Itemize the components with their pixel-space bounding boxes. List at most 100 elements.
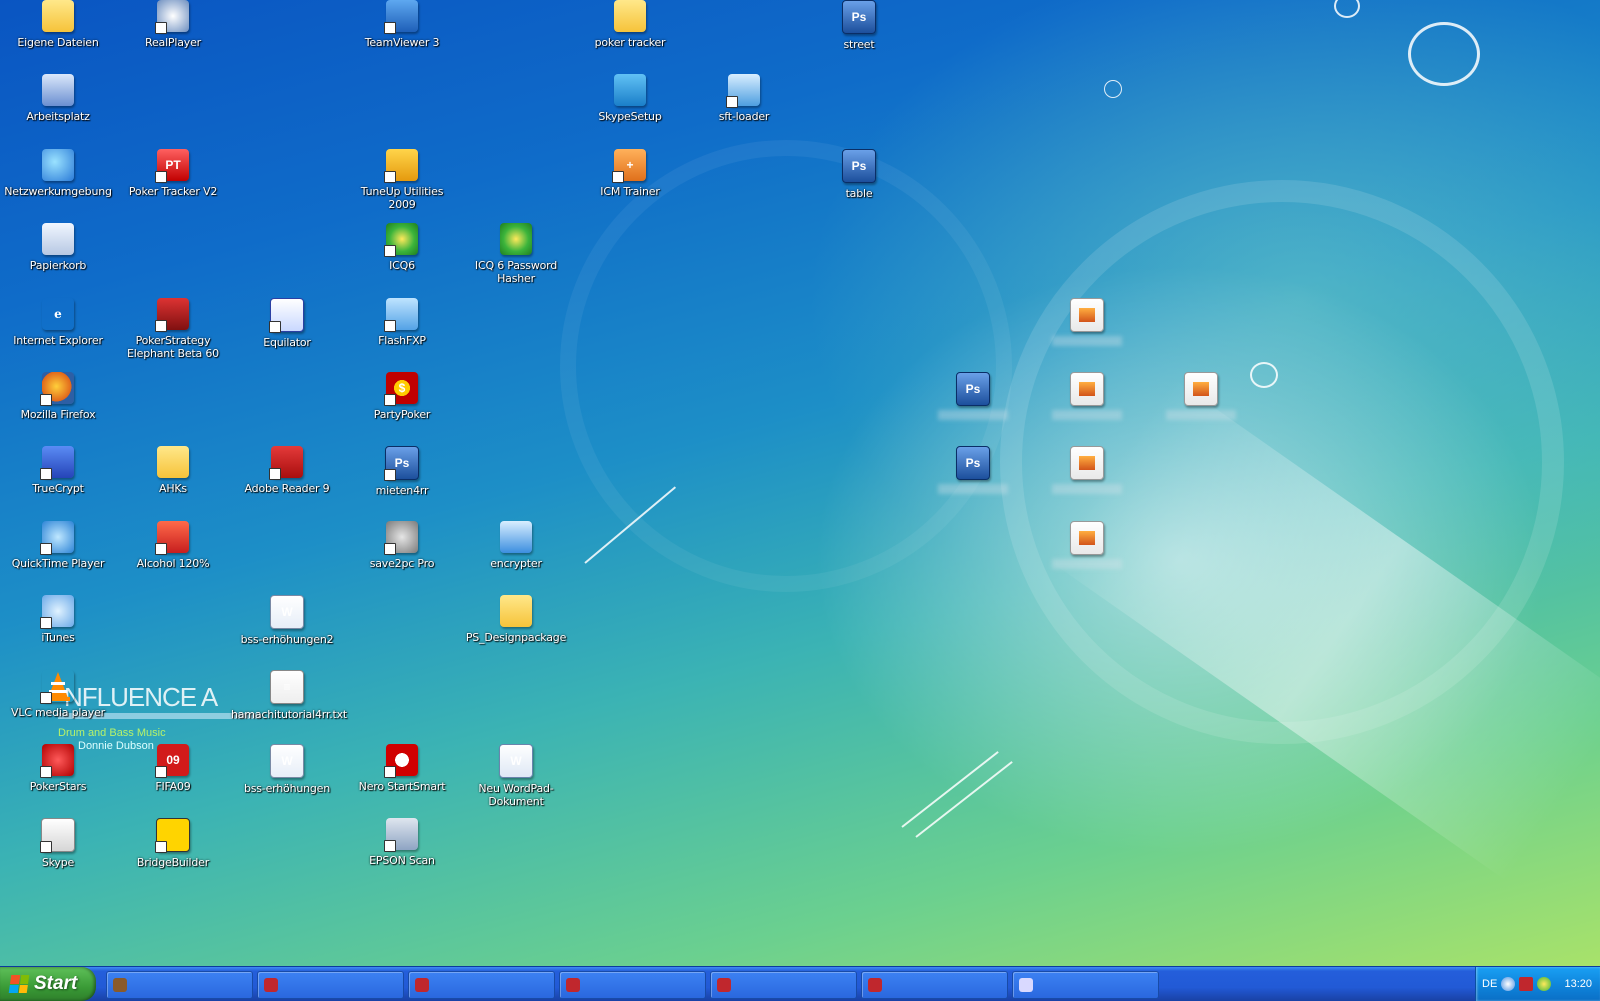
teamviewer-icon	[384, 0, 418, 34]
desktop-icon[interactable]: Nero StartSmart	[346, 744, 458, 793]
desktop-icon-label: EPSON Scan	[369, 854, 435, 867]
desktop-icon[interactable]	[1145, 372, 1257, 420]
desktop-icon[interactable]: FlashFXP	[346, 298, 458, 347]
desktop-icon[interactable]: PT Poker Tracker V2	[117, 149, 229, 198]
bridgebuilder-icon	[155, 818, 190, 853]
desktop-icon[interactable]: Arbeitsplatz	[2, 74, 114, 123]
desktop-icon[interactable]: Netzwerkumgebung	[2, 149, 114, 198]
window-app-icon	[717, 978, 731, 992]
desktop-icon-label: Equilator	[263, 336, 311, 349]
itunes-icon	[40, 595, 74, 629]
desktop-icon[interactable]: SkypeSetup	[574, 74, 686, 123]
skype-icon	[40, 818, 75, 853]
desktop-icon[interactable]: $ PartyPoker	[346, 372, 458, 421]
desktop-icon[interactable]: PokerStrategy Elephant Beta 60	[117, 298, 229, 360]
desktop-icon[interactable]: TuneUp Utilities 2009	[346, 149, 458, 211]
desktop-icon-label: QuickTime Player	[11, 557, 105, 570]
desktop-icon[interactable]: TeamViewer 3	[346, 0, 458, 49]
desktop-icon[interactable]: Ps table	[803, 149, 915, 200]
desktop-icon-label: VLC media player	[11, 706, 105, 719]
word-document-icon: W	[270, 595, 304, 629]
desktop-icon[interactable]: W Neu WordPad-Dokument	[460, 744, 572, 808]
desktop-icon[interactable]: Equilator	[231, 298, 343, 349]
desktop-icon[interactable]: Wbss-erhöhungen2	[231, 595, 343, 646]
desktop-icon[interactable]: + ICM Trainer	[574, 149, 686, 198]
adobe-reader-icon	[269, 446, 303, 480]
desktop-icon[interactable]: Ps street	[803, 0, 915, 51]
desktop-icon[interactable]: Papierkorb	[2, 223, 114, 272]
desktop-icon[interactable]: Skype	[2, 818, 114, 869]
desktop-icon[interactable]: iTunes	[2, 595, 114, 644]
desktop-icon-label: ICQ6	[389, 259, 415, 272]
desktop-icon[interactable]	[1031, 372, 1143, 420]
desktop-icon-label: PS_Designpackage	[465, 631, 567, 644]
icq-tray-icon[interactable]	[1537, 977, 1552, 991]
image-file-icon	[1070, 446, 1104, 480]
desktop-icon[interactable]: 09 FIFA09	[117, 744, 229, 793]
desktop-icon[interactable]: encrypter	[460, 521, 572, 570]
text-file-icon: ≡	[270, 670, 304, 704]
wallpaper-circle-small	[1104, 80, 1122, 98]
word-document-icon: W	[270, 744, 304, 778]
desktop-icon-label: RealPlayer	[145, 36, 201, 49]
clock[interactable]: 13:20	[1564, 978, 1592, 990]
desktop-icon[interactable]: VLC media player	[2, 670, 114, 719]
language-indicator[interactable]: DE	[1482, 978, 1497, 990]
desktop-icon[interactable]: poker tracker	[574, 0, 686, 49]
desktop-icon-label: BridgeBuilder	[136, 856, 210, 869]
desktop-icon[interactable]: RealPlayer	[117, 0, 229, 49]
wallpaper-line	[915, 761, 1013, 838]
desktop-icon[interactable]: ICQ 6 Password Hasher	[460, 223, 572, 285]
network-tray-icon[interactable]	[1501, 977, 1516, 991]
desktop-icon[interactable]	[1031, 521, 1143, 569]
taskbar-window-button[interactable]	[710, 971, 857, 999]
loader-icon	[726, 74, 760, 108]
desktop-icon-label: TrueCrypt	[32, 482, 84, 495]
desktop-icon[interactable]: Alcohol 120%	[117, 521, 229, 570]
pokerstars-icon	[40, 744, 74, 778]
desktop-icon[interactable]: Wbss-erhöhungen	[231, 744, 343, 795]
taskbar-window-button[interactable]	[257, 971, 404, 999]
desktop-icon[interactable]: Adobe Reader 9	[231, 446, 343, 495]
wallpaper-circle-large	[1408, 22, 1480, 86]
desktop-icon[interactable]	[1031, 298, 1143, 346]
desktop-icon-label: hamachitutorial4rr.txt	[231, 708, 348, 721]
desktop-icon[interactable]: PS_Designpackage	[460, 595, 572, 644]
start-button[interactable]: Start	[0, 967, 96, 1001]
taskbar-window-button[interactable]	[559, 971, 706, 999]
desktop-icon[interactable]	[1031, 446, 1143, 494]
alcohol-tray-icon[interactable]	[1519, 977, 1534, 991]
desktop-icon-label: street	[843, 38, 875, 51]
taskbar-window-button[interactable]	[408, 971, 555, 999]
desktop-icon-label: FIFA09	[155, 780, 191, 793]
desktop-icon[interactable]: ≡ hamachitutorial4rr.txt	[231, 670, 348, 721]
desktop-icon[interactable]: QuickTime Player	[2, 521, 114, 570]
taskbar-window-button[interactable]	[861, 971, 1008, 999]
realplayer-icon	[155, 0, 189, 34]
desktop-icon-label: SkypeSetup	[598, 110, 662, 123]
scanner-icon	[384, 818, 418, 852]
desktop-icon[interactable]: Ps	[917, 446, 1029, 494]
window-app-icon	[113, 978, 127, 992]
taskbar-window-button[interactable]	[1012, 971, 1159, 999]
desktop-icon[interactable]: ICQ6	[346, 223, 458, 272]
taskbar-window-button[interactable]	[106, 971, 253, 999]
desktop-icon[interactable]: Mozilla Firefox	[2, 372, 114, 421]
desktop-icon[interactable]: PokerStars	[2, 744, 114, 793]
desktop-icon[interactable]: Ps	[917, 372, 1029, 420]
desktop-icon[interactable]: Ps mieten4rr	[346, 446, 458, 497]
desktop-icon[interactable]: AHKs	[117, 446, 229, 495]
elephant-icon	[155, 298, 189, 332]
wallpaper-swirl	[560, 140, 1012, 592]
desktop-icon[interactable]: EPSON Scan	[346, 818, 458, 867]
desktop-icon[interactable]: e Internet Explorer	[2, 298, 114, 347]
desktop-icon[interactable]: save2pc Pro	[346, 521, 458, 570]
desktop-icon[interactable]: BridgeBuilder	[117, 818, 229, 869]
internet-explorer-icon: e	[42, 298, 74, 330]
desktop-icon[interactable]: sft-loader	[688, 74, 800, 123]
desktop[interactable]: NFLUENCE A Drum and Bass Music Donnie Du…	[0, 0, 1600, 966]
desktop-icon-label: iTunes	[41, 631, 75, 644]
desktop-icon[interactable]: Eigene Dateien	[2, 0, 114, 49]
desktop-icon[interactable]: TrueCrypt	[2, 446, 114, 495]
desktop-icon-label: Eigene Dateien	[17, 36, 99, 49]
